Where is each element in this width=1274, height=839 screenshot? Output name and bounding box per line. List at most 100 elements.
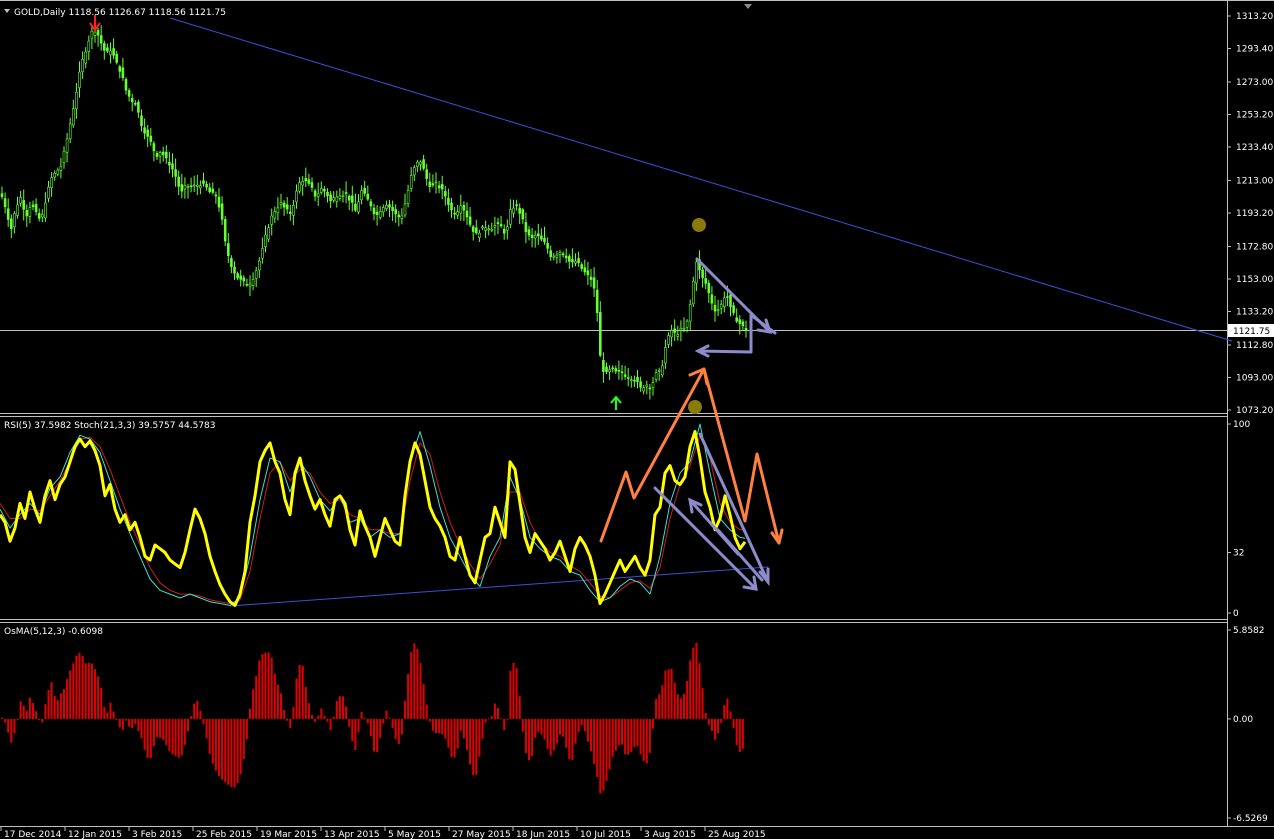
- osma-bar: [481, 718, 484, 739]
- osma-bar: [369, 718, 372, 737]
- osma-bar: [230, 718, 233, 787]
- osma-bar: [224, 718, 227, 783]
- osma-bar: [280, 693, 282, 719]
- candle-body: [50, 177, 53, 188]
- candle-body: [561, 253, 565, 256]
- candle-body: [440, 183, 444, 190]
- osma-bar: [125, 718, 127, 721]
- candle-body: [245, 284, 249, 286]
- price-tick-label: 1172.80: [1236, 242, 1273, 252]
- osma-bar: [131, 718, 134, 729]
- candle-body: [583, 267, 587, 273]
- candle-body: [670, 330, 673, 338]
- candle-body: [416, 161, 419, 167]
- osma-bar: [568, 718, 571, 760]
- osma-bar: [655, 699, 658, 719]
- candle-body: [6, 208, 10, 220]
- osma-bar: [373, 718, 375, 752]
- osma-bar: [38, 718, 41, 720]
- candle-body: [701, 269, 704, 278]
- osma-bar: [78, 652, 81, 719]
- osma-bar: [326, 718, 329, 722]
- candle-body: [335, 196, 339, 202]
- osma-bar: [515, 668, 518, 719]
- osma-bar: [137, 718, 140, 732]
- osma-bar: [348, 718, 351, 727]
- candle-body: [40, 214, 44, 218]
- candle-body: [239, 275, 242, 280]
- osma-bar: [53, 695, 56, 719]
- candle-body: [168, 161, 171, 166]
- osc1-tick-label: 32: [1233, 549, 1244, 559]
- osma-bar: [106, 712, 109, 719]
- candle-body: [549, 250, 553, 258]
- candle-body: [626, 377, 630, 379]
- osma-bar: [555, 718, 558, 744]
- candle-body: [722, 297, 726, 307]
- osma-bar: [171, 718, 174, 755]
- candle-body: [140, 115, 143, 127]
- candle-body: [363, 188, 367, 194]
- osma-bar: [242, 718, 245, 760]
- osma-bar: [199, 710, 202, 719]
- candle-body: [505, 226, 509, 231]
- candle-body: [524, 222, 528, 233]
- chart-canvas[interactable]: 1313.20 1293.40 1273.00 1253.20 1233.40 1213.…: [0, 0, 1274, 839]
- candle-body: [84, 51, 87, 64]
- osma-bar: [512, 662, 515, 719]
- osma-bar: [559, 718, 561, 735]
- candle-body: [62, 150, 66, 164]
- candle-body: [406, 190, 410, 204]
- candle-body: [72, 108, 75, 126]
- candle-body: [707, 282, 711, 294]
- osma-bar: [140, 718, 143, 739]
- candle-body: [577, 258, 580, 264]
- osma-bar: [44, 704, 47, 719]
- osma-bar: [701, 688, 704, 719]
- candle-body: [124, 79, 128, 91]
- candle-body: [220, 203, 224, 220]
- osma-bar: [121, 718, 124, 730]
- chart-background: [0, 0, 1274, 839]
- osma-bar: [621, 718, 623, 745]
- osma-bar: [624, 718, 627, 754]
- candle-body: [127, 90, 131, 97]
- candle-body: [546, 243, 549, 249]
- candle-body: [332, 197, 336, 201]
- candle-body: [93, 31, 97, 36]
- osma-bar: [292, 707, 295, 719]
- candle-body: [115, 53, 118, 63]
- osma-bar: [320, 708, 323, 719]
- candle-body: [273, 211, 277, 219]
- osma-bar: [134, 718, 137, 724]
- candle-body: [459, 205, 463, 214]
- osma-bar: [304, 686, 307, 719]
- osma-bar: [679, 698, 682, 719]
- candle-body: [536, 233, 540, 237]
- candle-body: [199, 185, 202, 189]
- candle-body: [189, 185, 193, 188]
- price-tick-label: 1233.40: [1236, 143, 1273, 153]
- candle-body: [288, 211, 292, 214]
- candle-body: [484, 227, 487, 231]
- candle-body: [664, 347, 667, 364]
- candle-body: [34, 204, 38, 212]
- candle-body: [716, 309, 720, 311]
- osma-bar: [218, 718, 220, 777]
- candle-body: [251, 279, 255, 286]
- osma-bar: [16, 718, 19, 721]
- candle-body: [434, 181, 438, 184]
- osma-bar: [295, 678, 298, 719]
- osma-bar: [580, 718, 583, 726]
- osma-bar: [75, 655, 78, 719]
- osma-bar: [289, 718, 292, 728]
- osma-bar: [239, 718, 242, 775]
- candle-body: [617, 369, 621, 372]
- candle-body: [555, 254, 559, 258]
- candle-body: [90, 30, 94, 39]
- osma-bar: [524, 718, 527, 754]
- osma-bar: [196, 701, 199, 719]
- osma-bar: [614, 718, 617, 751]
- osma-bar: [738, 718, 741, 753]
- candle-body: [586, 270, 590, 276]
